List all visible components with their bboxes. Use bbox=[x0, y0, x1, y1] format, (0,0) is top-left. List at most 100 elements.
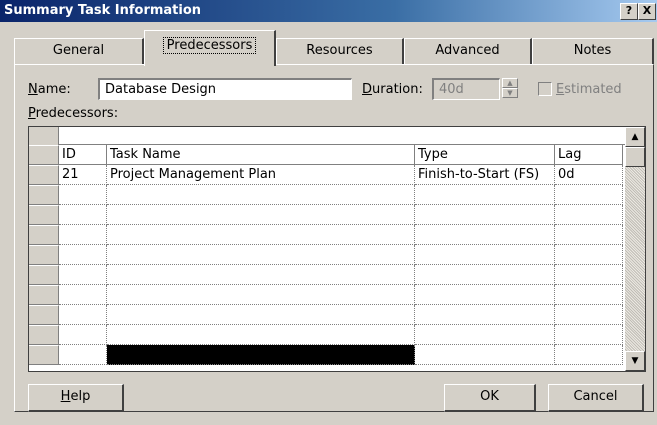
table-row[interactable] bbox=[29, 185, 623, 205]
cell-id[interactable] bbox=[59, 245, 107, 265]
cell-type[interactable] bbox=[415, 305, 555, 325]
scroll-up-icon[interactable]: ▲ bbox=[625, 127, 645, 147]
cell-type[interactable] bbox=[415, 325, 555, 345]
table-row[interactable] bbox=[29, 205, 623, 225]
tab-notes[interactable]: Notes bbox=[532, 38, 654, 64]
cell-task-name[interactable] bbox=[107, 245, 415, 265]
cell-task-name[interactable] bbox=[107, 185, 415, 205]
column-header-lag[interactable]: Lag bbox=[555, 145, 623, 165]
cell-task-name[interactable] bbox=[107, 305, 415, 325]
summary-task-dialog: Summary Task Information ? X General Pre… bbox=[0, 0, 657, 425]
cell-lag[interactable] bbox=[555, 265, 623, 285]
cell-type[interactable] bbox=[415, 185, 555, 205]
cell-lag[interactable] bbox=[555, 205, 623, 225]
cancel-button[interactable]: Cancel bbox=[548, 384, 644, 412]
cell-lag[interactable] bbox=[555, 345, 623, 365]
table-row[interactable] bbox=[29, 305, 623, 325]
table-edit-bar[interactable] bbox=[59, 127, 625, 145]
close-icon[interactable]: X bbox=[638, 3, 656, 20]
cell-lag[interactable] bbox=[555, 245, 623, 265]
cell-id[interactable] bbox=[59, 305, 107, 325]
table-header-row: ID Task Name Type Lag bbox=[29, 145, 623, 165]
cell-id[interactable] bbox=[59, 225, 107, 245]
table-row[interactable] bbox=[29, 245, 623, 265]
help-button[interactable]: Help bbox=[28, 384, 124, 412]
cell-id[interactable] bbox=[59, 205, 107, 225]
cell-id[interactable] bbox=[59, 345, 107, 365]
predecessors-label-accel: P bbox=[28, 106, 36, 121]
cell-type[interactable] bbox=[415, 265, 555, 285]
cell-lag[interactable]: 0d bbox=[555, 165, 623, 185]
table-row[interactable]: 21 Project Management Plan Finish-to-Sta… bbox=[29, 165, 623, 185]
cell-task-name[interactable] bbox=[107, 225, 415, 245]
spinner-down-icon[interactable]: ▼ bbox=[502, 88, 518, 98]
duration-label-text: uration: bbox=[372, 82, 423, 97]
cell-task-name[interactable]: Project Management Plan bbox=[107, 165, 415, 185]
row-header[interactable] bbox=[29, 345, 59, 365]
table-row[interactable] bbox=[29, 345, 623, 365]
row-header[interactable] bbox=[29, 165, 59, 185]
cell-task-name-selected[interactable] bbox=[107, 345, 415, 365]
cell-lag[interactable] bbox=[555, 185, 623, 205]
predecessors-table[interactable]: ID Task Name Type Lag 21 Project Managem… bbox=[28, 126, 646, 372]
help-icon[interactable]: ? bbox=[620, 3, 638, 20]
cell-type[interactable]: Finish-to-Start (FS) bbox=[415, 165, 555, 185]
cell-id[interactable] bbox=[59, 325, 107, 345]
tab-advanced[interactable]: Advanced bbox=[404, 38, 532, 64]
row-header[interactable] bbox=[29, 185, 59, 205]
spinner-up-icon[interactable]: ▲ bbox=[502, 78, 518, 88]
estimated-label: Estimated bbox=[556, 82, 622, 97]
cell-id[interactable] bbox=[59, 265, 107, 285]
cell-type[interactable] bbox=[415, 205, 555, 225]
row-header[interactable] bbox=[29, 285, 59, 305]
row-header[interactable] bbox=[29, 245, 59, 265]
cell-task-name[interactable] bbox=[107, 325, 415, 345]
table-row[interactable] bbox=[29, 265, 623, 285]
vertical-scrollbar[interactable]: ▲ ▼ bbox=[625, 127, 645, 371]
duration-label-accel: D bbox=[362, 82, 373, 97]
tab-general-label: General bbox=[52, 43, 105, 58]
cell-task-name[interactable] bbox=[107, 205, 415, 225]
row-header[interactable] bbox=[29, 325, 59, 345]
row-header[interactable] bbox=[29, 305, 59, 325]
cell-lag[interactable] bbox=[555, 305, 623, 325]
tab-notes-label: Notes bbox=[573, 43, 612, 58]
estimated-label-text: stimated bbox=[564, 82, 622, 97]
table-row[interactable] bbox=[29, 325, 623, 345]
tab-predecessors[interactable]: Predecessors bbox=[144, 30, 276, 66]
help-button-text: elp bbox=[70, 389, 91, 404]
title-bar[interactable]: Summary Task Information ? X bbox=[0, 0, 657, 22]
ok-button[interactable]: OK bbox=[444, 384, 536, 412]
cell-type[interactable] bbox=[415, 285, 555, 305]
row-header[interactable] bbox=[29, 225, 59, 245]
cell-type[interactable] bbox=[415, 245, 555, 265]
scroll-thumb[interactable] bbox=[625, 147, 645, 167]
cell-task-name[interactable] bbox=[107, 265, 415, 285]
row-header[interactable] bbox=[29, 205, 59, 225]
cell-lag[interactable] bbox=[555, 325, 623, 345]
scroll-down-icon[interactable]: ▼ bbox=[625, 351, 645, 371]
cell-task-name[interactable] bbox=[107, 285, 415, 305]
predecessors-label-text: redecessors: bbox=[35, 106, 119, 121]
table-corner bbox=[29, 127, 59, 145]
table-row[interactable] bbox=[29, 225, 623, 245]
cell-lag[interactable] bbox=[555, 225, 623, 245]
tab-resources[interactable]: Resources bbox=[276, 38, 404, 64]
table-row[interactable] bbox=[29, 285, 623, 305]
cell-type[interactable] bbox=[415, 225, 555, 245]
column-header-type[interactable]: Type bbox=[415, 145, 555, 165]
tab-general[interactable]: General bbox=[14, 38, 144, 64]
duration-spinner[interactable]: ▲ ▼ bbox=[502, 78, 518, 100]
cell-type[interactable] bbox=[415, 345, 555, 365]
cell-id[interactable] bbox=[59, 185, 107, 205]
cell-id[interactable] bbox=[59, 285, 107, 305]
cell-lag[interactable] bbox=[555, 285, 623, 305]
cell-id[interactable]: 21 bbox=[59, 165, 107, 185]
estimated-checkbox[interactable] bbox=[538, 82, 552, 96]
column-header-id[interactable]: ID bbox=[59, 145, 107, 165]
column-header-task-name[interactable]: Task Name bbox=[107, 145, 415, 165]
duration-input[interactable]: 40d bbox=[432, 78, 500, 100]
dialog-title: Summary Task Information bbox=[4, 3, 202, 18]
row-header[interactable] bbox=[29, 265, 59, 285]
name-input[interactable]: Database Design bbox=[98, 78, 352, 100]
